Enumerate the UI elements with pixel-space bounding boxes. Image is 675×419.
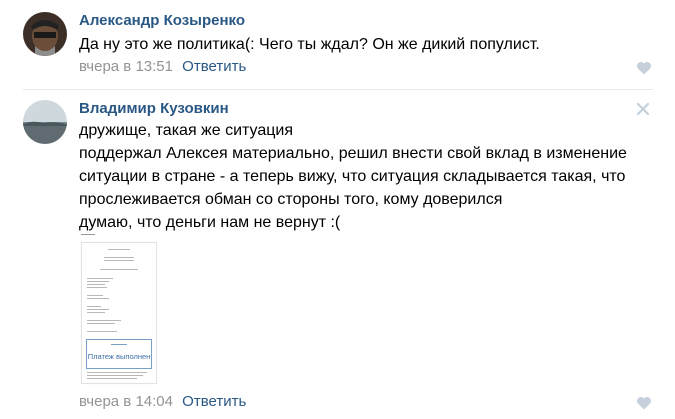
doc-line (87, 372, 147, 373)
doc-line (87, 312, 105, 313)
doc-line (87, 298, 109, 299)
avatar[interactable] (23, 100, 67, 144)
doc-line (104, 257, 134, 258)
comment-2: Владимир Кузовкин дружище, такая же ситу… (0, 0, 675, 419)
comment-author[interactable]: Владимир Кузовкин (79, 100, 229, 117)
comment-text-line: ситуации в стране - а теперь вижу, что с… (79, 168, 626, 185)
comment-meta: вчера в 14:04 Ответить (79, 393, 246, 410)
payment-stamp: Платеж выполнен (86, 339, 152, 369)
reply-button[interactable]: Ответить (182, 393, 246, 410)
comment-time[interactable]: вчера в 14:04 (79, 393, 173, 410)
doc-line (104, 260, 134, 261)
doc-line (100, 269, 138, 270)
comment-text-line: поддержал Алексея материально, решил вне… (79, 145, 627, 162)
doc-date-line (81, 234, 95, 235)
receipt-document: Платеж выполнен (81, 242, 157, 384)
doc-line (87, 281, 109, 282)
comment-text-line: прослеживается обман со стороны того, ко… (79, 191, 503, 208)
doc-line (87, 375, 143, 376)
doc-line (108, 249, 130, 250)
doc-line (87, 284, 105, 285)
doc-line (87, 320, 121, 321)
doc-line (87, 323, 115, 324)
doc-line (87, 378, 137, 379)
doc-line (87, 309, 109, 310)
close-icon[interactable] (636, 102, 650, 116)
stamp-text: Платеж выполнен (87, 352, 151, 361)
doc-line (87, 278, 113, 279)
photo-attachment[interactable]: Платеж выполнен (79, 232, 159, 384)
doc-line (87, 306, 101, 307)
comment-text-line: думаю, что деньги нам не вернут :( (79, 214, 341, 231)
comment-text-line: дружище, такая же ситуация (79, 122, 294, 139)
heart-icon[interactable] (636, 395, 652, 411)
doc-line (87, 331, 117, 332)
doc-line (111, 344, 127, 345)
doc-line (87, 295, 103, 296)
comment-text: дружище, такая же ситуация поддержал Але… (79, 119, 627, 234)
landscape-avatar-icon (23, 100, 67, 144)
doc-line (87, 287, 107, 288)
